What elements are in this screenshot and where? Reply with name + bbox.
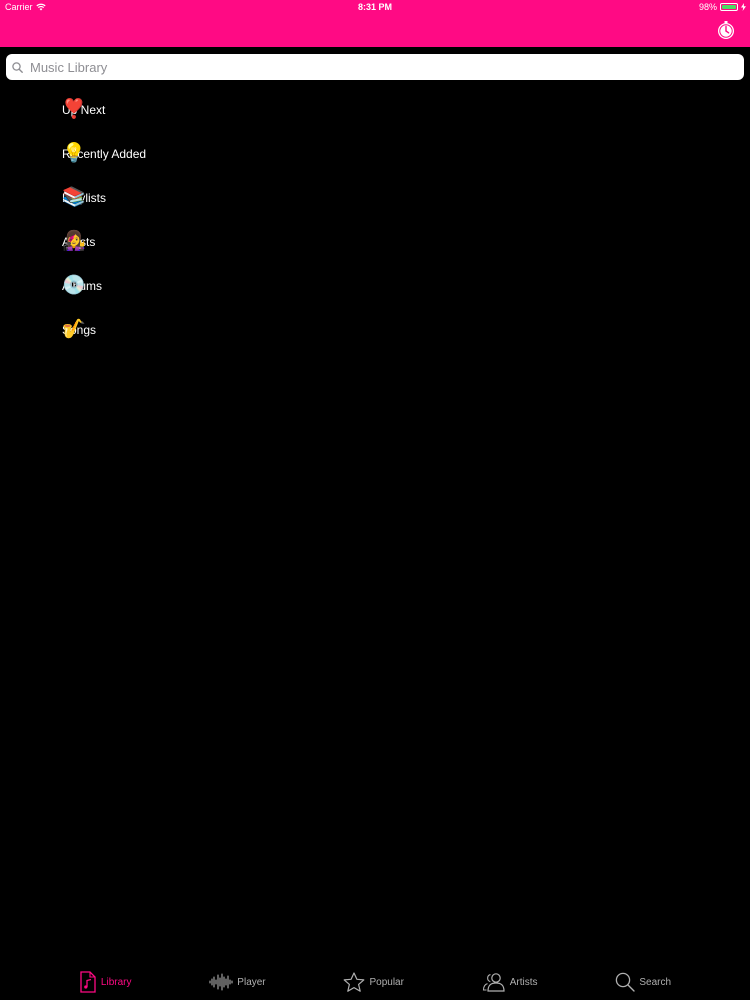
library-list: ❣️ Up Next 💡 Recently Added 📚 Playlists …: [0, 89, 750, 353]
tab-player[interactable]: Player: [209, 973, 266, 991]
light-bulb-icon: 💡: [62, 143, 86, 164]
search-field[interactable]: [6, 54, 744, 80]
tab-label: Artists: [509, 976, 538, 988]
tab-search[interactable]: Search: [615, 972, 671, 992]
timer-icon: [718, 21, 734, 39]
status-time: 8:31 PM: [357, 2, 392, 12]
tab-bar: Library Player Popular Artists Search: [0, 964, 750, 1000]
tab-library[interactable]: Library: [79, 971, 132, 993]
search-bar-container: [0, 47, 750, 89]
books-icon: 📚: [62, 187, 86, 208]
library-item-albums[interactable]: 💿 Albums: [0, 265, 750, 309]
tab-artists[interactable]: Artists: [482, 972, 538, 992]
music-note-icon: [80, 971, 96, 993]
battery-icon: [720, 3, 738, 11]
library-item-songs[interactable]: 🎷 Songs: [0, 309, 750, 353]
tab-label: Search: [639, 976, 672, 988]
search-icon: [616, 972, 636, 992]
star-icon: [344, 971, 365, 992]
charging-icon: [741, 3, 746, 11]
tab-label: Player: [237, 976, 266, 988]
waveform-icon: [209, 973, 233, 991]
navigation-bar: [0, 16, 750, 47]
saxophone-icon: 🎷: [62, 319, 86, 340]
battery-percent: 98%: [698, 2, 717, 12]
tab-label: Popular: [369, 976, 404, 988]
library-item-artists[interactable]: 👩‍🎤 Artists: [0, 221, 750, 265]
singer-icon: 👩‍🎤: [62, 231, 86, 252]
tab-label: Library: [100, 976, 132, 988]
battery-group: 98%: [699, 2, 746, 12]
heart-exclamation-icon: ❣️: [62, 99, 86, 120]
people-icon: [482, 973, 505, 992]
timer-button[interactable]: [716, 20, 736, 40]
battery-fill: [722, 5, 736, 9]
library-item-up-next[interactable]: ❣️ Up Next: [0, 89, 750, 133]
disc-icon: 💿: [62, 275, 86, 296]
status-bar: Carrier 8:31 PM 98%: [0, 0, 750, 16]
tab-popular[interactable]: Popular: [343, 971, 404, 993]
search-input[interactable]: [28, 58, 722, 76]
library-item-recently-added[interactable]: 💡 Recently Added: [0, 133, 750, 177]
library-item-playlists[interactable]: 📚 Playlists: [0, 177, 750, 221]
search-icon: [12, 61, 23, 73]
